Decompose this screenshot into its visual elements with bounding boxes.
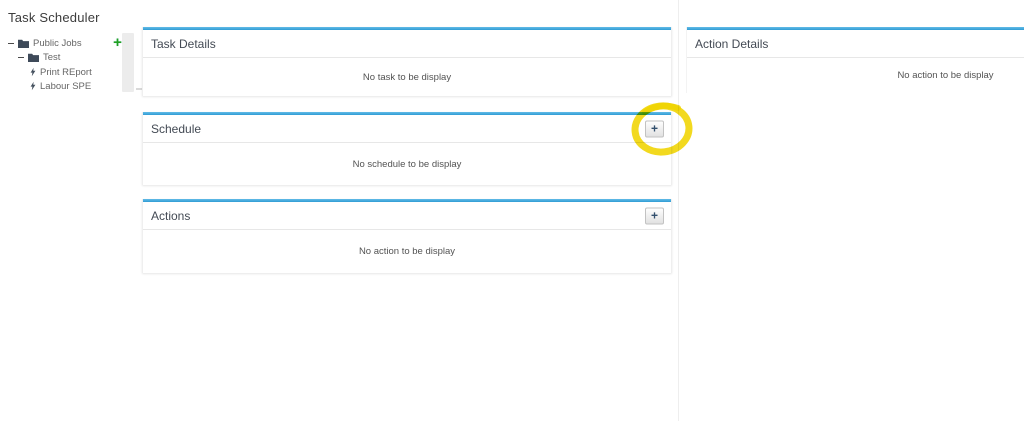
panel-body: No action to be display (143, 230, 671, 273)
empty-state-text: No task to be display (362, 71, 452, 83)
column-divider (678, 0, 679, 421)
panel-title: Schedule (151, 121, 202, 136)
add-schedule-button[interactable]: + (645, 120, 664, 137)
empty-state-text: No action to be display (358, 246, 456, 257)
tree-item-test[interactable]: Test (18, 50, 60, 64)
tree-item-label[interactable]: Public Jobs (33, 38, 82, 49)
page-title: Task Scheduler (8, 10, 100, 25)
empty-state-text: No action to be display (897, 70, 994, 81)
tree-scrollbar[interactable] (122, 33, 134, 92)
tree-item-labour-spe[interactable]: Labour SPE (30, 79, 91, 93)
collapse-icon[interactable] (8, 42, 14, 44)
folder-icon (18, 39, 29, 48)
panel-header: Actions + (143, 202, 671, 230)
tree-item-label[interactable]: Test (43, 52, 60, 63)
panel-body: No action to be display (687, 58, 1024, 93)
folder-icon (28, 53, 39, 62)
panel-body: No task to be display (143, 58, 671, 96)
panel-header: Action Details (687, 30, 1024, 58)
task-scheduler-page: { "app": { "title": "Task Scheduler" }, … (0, 0, 1024, 421)
empty-state-text: No schedule to be display (352, 158, 462, 170)
tree-item-public-jobs[interactable]: Public Jobs (8, 36, 82, 50)
panel-title: Task Details (151, 36, 216, 51)
schedule-panel: Schedule + No schedule to be display (142, 112, 672, 185)
tree-item-label[interactable]: Labour SPE (40, 81, 91, 92)
panel-body: No schedule to be display (143, 143, 671, 185)
tree-item-print-report[interactable]: Print REport (30, 65, 92, 79)
add-action-button[interactable]: + (645, 207, 664, 224)
panel-header: Task Details (143, 30, 671, 58)
bolt-icon (30, 81, 36, 91)
action-details-panel: Action Details No action to be display (686, 27, 1024, 93)
panel-title: Action Details (695, 36, 769, 51)
actions-panel: Actions + No action to be display (142, 199, 672, 273)
panel-header: Schedule + (143, 115, 671, 143)
bolt-icon (30, 67, 36, 77)
task-details-panel: Task Details No task to be display (142, 27, 672, 96)
panel-title: Actions (151, 208, 191, 223)
collapse-icon[interactable] (18, 56, 24, 58)
tree-item-label[interactable]: Print REport (40, 67, 92, 78)
